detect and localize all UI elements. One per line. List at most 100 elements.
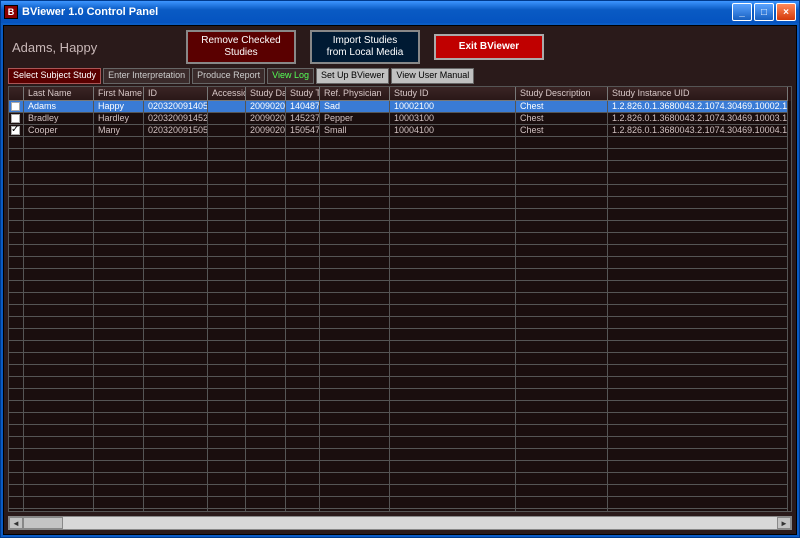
table-row[interactable]	[9, 173, 791, 185]
cell-uid: 1.2.826.0.1.3680043.2.1074.30469.10004.1…	[608, 125, 788, 137]
col-phys[interactable]: Ref. Physician	[320, 87, 390, 101]
cell-desc: Chest	[516, 101, 608, 113]
table-row[interactable]	[9, 257, 791, 269]
table-row[interactable]	[9, 329, 791, 341]
minimize-button[interactable]: _	[732, 3, 752, 21]
table-row[interactable]	[9, 461, 791, 473]
col-sid[interactable]: Study ID	[390, 87, 516, 101]
cell-last: Adams	[24, 101, 94, 113]
app-icon: B	[4, 5, 18, 19]
cell-last: Cooper	[24, 125, 94, 137]
cell-id: 020320091505	[144, 125, 208, 137]
scroll-right-button[interactable]: ►	[777, 517, 791, 529]
col-acc[interactable]: Accession	[208, 87, 246, 101]
row-checkbox-cell[interactable]	[9, 125, 24, 137]
table-row[interactable]	[9, 353, 791, 365]
table-row[interactable]	[9, 425, 791, 437]
table-row[interactable]	[9, 281, 791, 293]
table-row[interactable]: AdamsHappy02032009140520090203140487Sad1…	[9, 101, 791, 113]
cell-acc	[208, 113, 246, 125]
study-grid: Last Name First Name ID Accession Study …	[8, 86, 792, 512]
maximize-button[interactable]: □	[754, 3, 774, 21]
tab-produce-report[interactable]: Produce Report	[192, 68, 265, 84]
table-row[interactable]	[9, 245, 791, 257]
remove-checked-button[interactable]: Remove Checked Studies	[186, 30, 296, 64]
table-row[interactable]	[9, 485, 791, 497]
tab-enter-interpretation[interactable]: Enter Interpretation	[103, 68, 190, 84]
grid-header: Last Name First Name ID Accession Study …	[9, 87, 791, 101]
table-row[interactable]: CooperMany02032009150520090203150547Smal…	[9, 125, 791, 137]
table-row[interactable]	[9, 221, 791, 233]
cell-desc: Chest	[516, 113, 608, 125]
table-row[interactable]	[9, 377, 791, 389]
col-date[interactable]: Study Date	[246, 87, 286, 101]
client-area: Adams, Happy Remove Checked Studies Impo…	[3, 25, 797, 535]
titlebar[interactable]: B BViewer 1.0 Control Panel _ □ ×	[1, 1, 799, 23]
table-row[interactable]	[9, 161, 791, 173]
col-id[interactable]: ID	[144, 87, 208, 101]
cell-last: Bradley	[24, 113, 94, 125]
row-checkbox[interactable]	[11, 102, 20, 111]
table-row[interactable]	[9, 341, 791, 353]
table-row[interactable]	[9, 497, 791, 509]
close-button[interactable]: ×	[776, 3, 796, 21]
cell-acc	[208, 101, 246, 113]
table-row[interactable]	[9, 137, 791, 149]
table-row[interactable]	[9, 185, 791, 197]
table-row[interactable]	[9, 365, 791, 377]
grid-body[interactable]: AdamsHappy02032009140520090203140487Sad1…	[9, 101, 791, 511]
col-desc[interactable]: Study Description	[516, 87, 608, 101]
col-first[interactable]: First Name	[94, 87, 144, 101]
tab-setup[interactable]: Set Up BViewer	[316, 68, 389, 84]
table-row[interactable]	[9, 401, 791, 413]
cell-id: 020320091405	[144, 101, 208, 113]
cell-uid: 1.2.826.0.1.3680043.2.1074.30469.10003.1…	[608, 113, 788, 125]
scroll-left-button[interactable]: ◄	[9, 517, 23, 529]
row-checkbox-cell[interactable]	[9, 101, 24, 113]
cell-date: 20090203	[246, 125, 286, 137]
cell-first: Many	[94, 125, 144, 137]
tab-manual[interactable]: View User Manual	[391, 68, 474, 84]
cell-first: Hardley	[94, 113, 144, 125]
cell-sid: 10002100	[390, 101, 516, 113]
cell-time: 150547	[286, 125, 320, 137]
row-checkbox[interactable]	[11, 114, 20, 123]
scroll-thumb[interactable]	[23, 517, 63, 529]
table-row[interactable]	[9, 509, 791, 511]
col-uid[interactable]: Study Instance UID	[608, 87, 788, 101]
table-row[interactable]	[9, 317, 791, 329]
col-check[interactable]	[9, 87, 24, 101]
table-row[interactable]	[9, 149, 791, 161]
table-row[interactable]: BradleyHardley02032009145220090203145237…	[9, 113, 791, 125]
table-row[interactable]	[9, 197, 791, 209]
import-studies-button[interactable]: Import Studies from Local Media	[310, 30, 420, 64]
table-row[interactable]	[9, 269, 791, 281]
cell-sid: 10003100	[390, 113, 516, 125]
cell-phys: Pepper	[320, 113, 390, 125]
table-row[interactable]	[9, 233, 791, 245]
cell-desc: Chest	[516, 125, 608, 137]
col-time[interactable]: Study Tim	[286, 87, 320, 101]
scroll-track[interactable]	[23, 517, 777, 529]
horizontal-scrollbar[interactable]: ◄ ►	[8, 516, 792, 530]
table-row[interactable]	[9, 293, 791, 305]
table-row[interactable]	[9, 449, 791, 461]
cell-first: Happy	[94, 101, 144, 113]
table-row[interactable]	[9, 473, 791, 485]
row-checkbox[interactable]	[11, 126, 20, 135]
tab-row: Select Subject Study Enter Interpretatio…	[4, 68, 796, 84]
table-row[interactable]	[9, 209, 791, 221]
table-row[interactable]	[9, 413, 791, 425]
table-row[interactable]	[9, 389, 791, 401]
top-toolbar: Adams, Happy Remove Checked Studies Impo…	[4, 26, 796, 68]
table-row[interactable]	[9, 305, 791, 317]
col-last[interactable]: Last Name	[24, 87, 94, 101]
row-checkbox-cell[interactable]	[9, 113, 24, 125]
cell-date: 20090203	[246, 113, 286, 125]
cell-phys: Sad	[320, 101, 390, 113]
tab-select-subject[interactable]: Select Subject Study	[8, 68, 101, 84]
cell-uid: 1.2.826.0.1.3680043.2.1074.30469.10002.1…	[608, 101, 788, 113]
exit-button[interactable]: Exit BViewer	[434, 34, 544, 60]
tab-view-log[interactable]: View Log	[267, 68, 314, 84]
table-row[interactable]	[9, 437, 791, 449]
